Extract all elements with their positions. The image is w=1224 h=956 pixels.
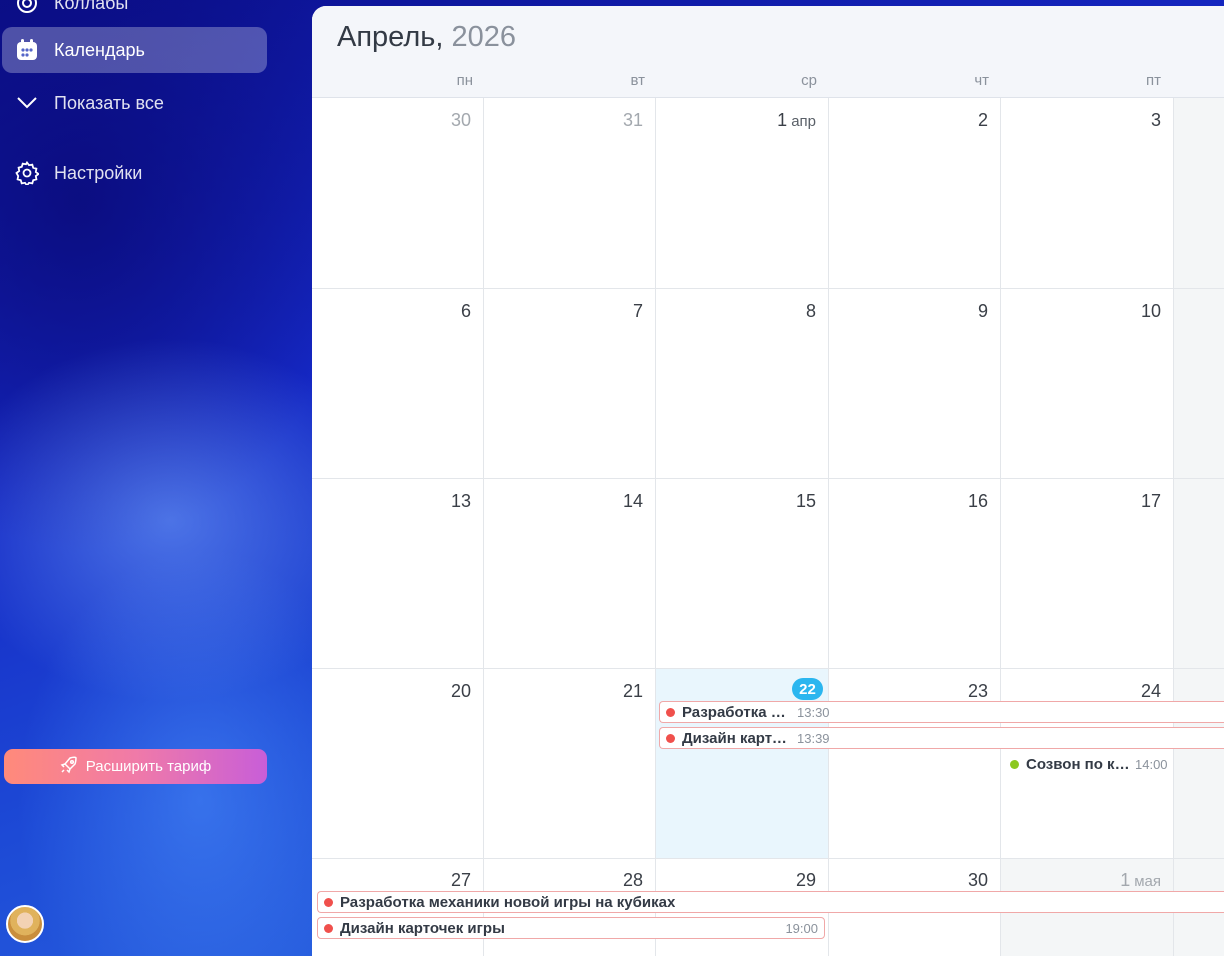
- sidebar-item-calendar[interactable]: Календарь: [2, 27, 267, 73]
- day-number: 24: [1140, 681, 1161, 701]
- calendar-event[interactable]: Разработка м... 13:30: [659, 701, 1224, 723]
- sidebar-show-all[interactable]: Показать все: [2, 80, 267, 126]
- today-badge: 22: [792, 678, 823, 700]
- event-time: 13:39: [797, 730, 830, 746]
- day-number: 29: [795, 870, 816, 890]
- sidebar-item-label: Настройки: [54, 162, 143, 183]
- day-cell[interactable]: 8: [656, 289, 829, 479]
- event-color-dot: [324, 923, 333, 933]
- calendar-event[interactable]: Разработка механики новой игры на кубика…: [317, 891, 1224, 913]
- day-number: 15: [795, 491, 816, 511]
- day-number: 3: [1150, 110, 1161, 130]
- day-cell[interactable]: 7: [484, 289, 656, 479]
- day-cell[interactable]: [1174, 669, 1224, 859]
- event-time: 14:00: [1135, 756, 1168, 772]
- sidebar-item-label: Коллабы: [54, 0, 129, 13]
- day-cell[interactable]: 30: [312, 98, 484, 289]
- day-number: 30: [450, 110, 471, 130]
- event-title: Разработка механики новой игры на кубика…: [340, 893, 676, 911]
- day-number: 13: [450, 491, 471, 511]
- day-cell[interactable]: 13: [312, 479, 484, 669]
- day-number: 30: [967, 870, 988, 890]
- day-cell[interactable]: 2: [829, 98, 1001, 289]
- calendar-panel: Апрель, 2026 пн вт ср чт пт 30 31 1 апр 2…: [312, 6, 1224, 956]
- calendar-event[interactable]: Созвон по ку... 14:00: [1004, 753, 1172, 775]
- event-title: Дизайн карточек игры: [340, 919, 505, 937]
- day-cell[interactable]: 16: [829, 479, 1001, 669]
- upgrade-plan-button[interactable]: Расширить тариф: [4, 749, 267, 784]
- day-cell[interactable]: 6: [312, 289, 484, 479]
- event-color-dot: [324, 897, 333, 907]
- sidebar-item-label: Календарь: [54, 39, 145, 60]
- day-cell[interactable]: 31: [484, 98, 656, 289]
- weekday-header: пт: [1146, 72, 1161, 89]
- weekday-header: пн: [456, 72, 473, 89]
- event-color-dot: [666, 733, 675, 743]
- day-number: 17: [1140, 491, 1161, 511]
- calendar-event[interactable]: Дизайн карто... 13:39: [659, 727, 1224, 749]
- event-title: Дизайн карто...: [682, 729, 792, 747]
- collabs-icon: [14, 0, 40, 16]
- day-cell[interactable]: 23: [829, 669, 1001, 859]
- day-cell[interactable]: 1 апр: [656, 98, 829, 289]
- event-title: Разработка м...: [682, 703, 792, 721]
- upgrade-plan-label: Расширить тариф: [85, 758, 212, 775]
- chevron-down-icon: [14, 90, 40, 116]
- calendar-icon: [14, 37, 40, 63]
- month-title: Апрель, 2026: [337, 21, 516, 54]
- day-number: 23: [967, 681, 988, 701]
- event-color-dot: [666, 707, 675, 717]
- month-abbr: апр: [791, 113, 816, 130]
- day-cell[interactable]: 20: [312, 669, 484, 859]
- year: 2026: [451, 21, 517, 53]
- day-cell[interactable]: 15: [656, 479, 829, 669]
- day-number: 1 мая: [1120, 870, 1161, 891]
- sidebar-item-collabs[interactable]: Коллабы: [2, 0, 267, 26]
- day-cell-today[interactable]: 22: [656, 669, 829, 859]
- event-color-dot: [1010, 759, 1019, 769]
- rocket-icon: [60, 756, 78, 778]
- day-cell[interactable]: 3: [1001, 98, 1174, 289]
- day-number: 31: [622, 110, 643, 130]
- day-number: 14: [622, 491, 643, 511]
- day-number: 1 апр: [777, 110, 816, 131]
- weekday-header: ср: [801, 72, 817, 89]
- day-number: 10: [1140, 301, 1161, 321]
- day-cell[interactable]: [1174, 479, 1224, 669]
- day-cell[interactable]: 14: [484, 479, 656, 669]
- day-number: 16: [967, 491, 988, 511]
- month-abbr: мая: [1134, 873, 1161, 890]
- day-number: 9: [977, 301, 988, 321]
- day-number: 2: [977, 110, 988, 130]
- day-value: 1: [777, 110, 788, 130]
- day-cell[interactable]: 10: [1001, 289, 1174, 479]
- sidebar-item-settings[interactable]: Настройки: [2, 150, 267, 196]
- calendar-header: Апрель, 2026 пн вт ср чт пт: [312, 6, 1224, 98]
- day-number: 20: [450, 681, 471, 701]
- event-title: Созвон по ку...: [1026, 755, 1130, 773]
- user-avatar[interactable]: [6, 905, 44, 943]
- sidebar-item-label: Показать все: [54, 92, 164, 113]
- day-number: 6: [460, 301, 471, 321]
- sidebar: Коллабы Календарь Показать все Настройки…: [0, 0, 284, 956]
- day-value: 1: [1120, 870, 1131, 890]
- day-number: 8: [805, 301, 816, 321]
- day-cell[interactable]: [1174, 289, 1224, 479]
- gear-icon: [14, 160, 40, 186]
- day-number: 21: [622, 681, 643, 701]
- event-time: 13:30: [797, 704, 830, 720]
- calendar-event[interactable]: Дизайн карточек игры 19:00: [317, 917, 825, 939]
- event-time: 19:00: [785, 920, 818, 936]
- day-cell[interactable]: 17: [1001, 479, 1174, 669]
- day-cell[interactable]: [1174, 98, 1224, 289]
- day-number: 28: [622, 870, 643, 890]
- weekday-header: вт: [630, 72, 645, 89]
- day-number: 27: [450, 870, 471, 890]
- month-name: Апрель,: [337, 21, 444, 53]
- day-cell[interactable]: 9: [829, 289, 1001, 479]
- day-cell[interactable]: 21: [484, 669, 656, 859]
- weekday-header: чт: [974, 72, 989, 89]
- day-number: 7: [632, 301, 643, 321]
